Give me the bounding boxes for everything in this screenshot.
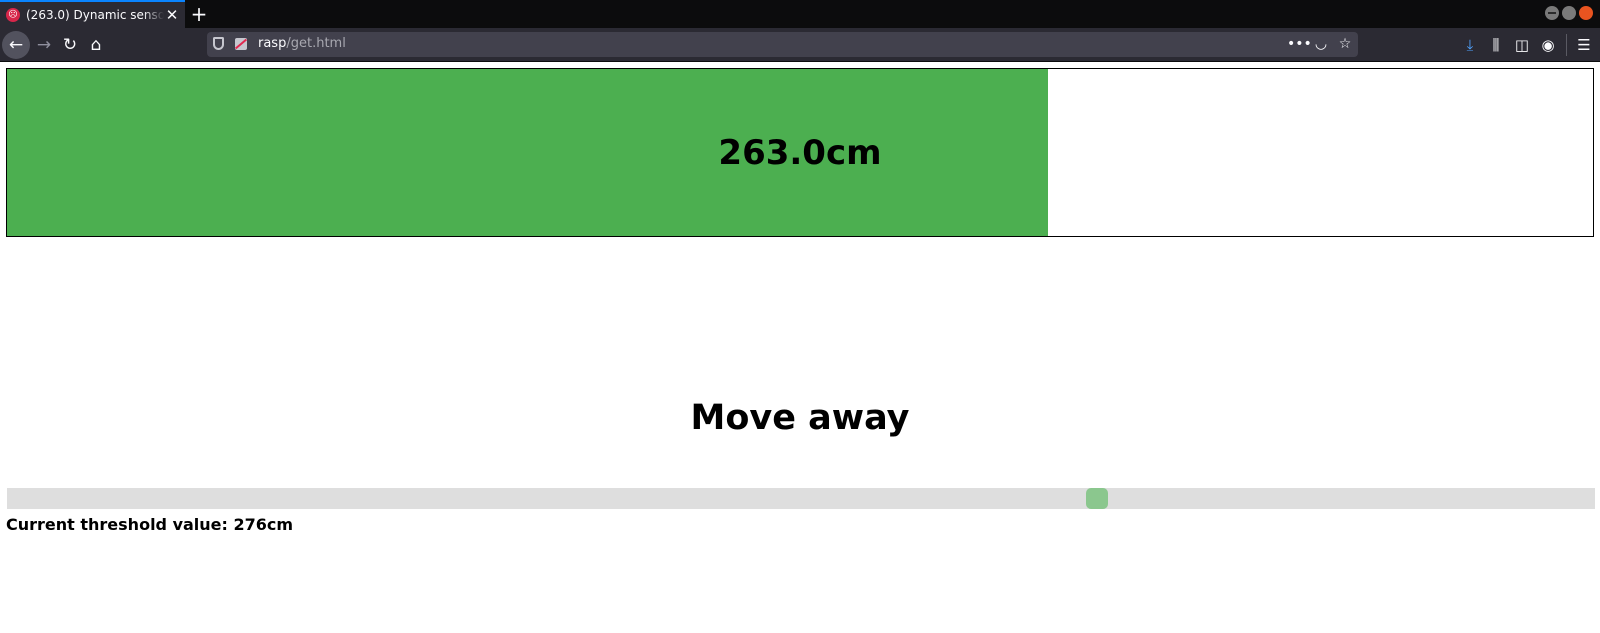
navigation-bar: ← → ↻ ⌂ rasp/get.html ••• ◡ ☆ ⤓ ⫼ ◫ ◉ ☰ [0,28,1600,62]
forward-button[interactable]: → [30,31,58,59]
minimize-window-button[interactable] [1545,6,1559,20]
reload-button[interactable]: ↻ [56,31,84,59]
distance-meter: 263.0cm [6,68,1594,237]
sidebar-icon[interactable]: ◫ [1510,33,1534,57]
tab-title: (263.0) Dynamic sensor output [26,8,164,22]
pocket-icon[interactable]: ◡ [1311,34,1331,55]
hamburger-menu-icon[interactable]: ☰ [1572,33,1596,57]
new-tab-button[interactable]: + [188,3,210,25]
back-button[interactable]: ← [2,31,30,59]
page-actions-more-icon[interactable]: ••• [1287,34,1312,55]
threshold-label: Current threshold value: 276cm [6,515,294,534]
maximize-window-button[interactable] [1562,6,1576,20]
insecure-connection-icon[interactable] [235,38,247,50]
library-icon[interactable]: ⫼ [1484,33,1508,57]
tab-strip: ☹ (263.0) Dynamic sensor output ✕ + [0,0,1600,28]
url-bar[interactable]: rasp/get.html ••• ◡ ☆ [207,32,1358,57]
downloads-icon[interactable]: ⤓ [1458,33,1482,57]
url-path: /get.html [286,36,346,51]
distance-reading: 263.0cm [718,132,882,173]
threshold-slider[interactable] [7,488,1595,509]
close-tab-icon[interactable]: ✕ [164,6,180,24]
status-message: Move away [690,398,910,438]
threshold-slider-thumb[interactable] [1086,488,1109,509]
account-icon[interactable]: ◉ [1536,33,1560,57]
tab-favicon-icon: ☹ [6,8,20,22]
tracking-protection-shield-icon[interactable] [213,37,224,50]
bookmark-star-icon[interactable]: ☆ [1335,34,1355,55]
home-button[interactable]: ⌂ [82,31,110,59]
url-text[interactable]: rasp/get.html [258,36,346,51]
close-window-button[interactable] [1579,6,1593,20]
url-host: rasp [258,36,287,51]
tab-active[interactable]: ☹ (263.0) Dynamic sensor output ✕ [0,0,185,28]
toolbar-divider [1566,34,1567,56]
